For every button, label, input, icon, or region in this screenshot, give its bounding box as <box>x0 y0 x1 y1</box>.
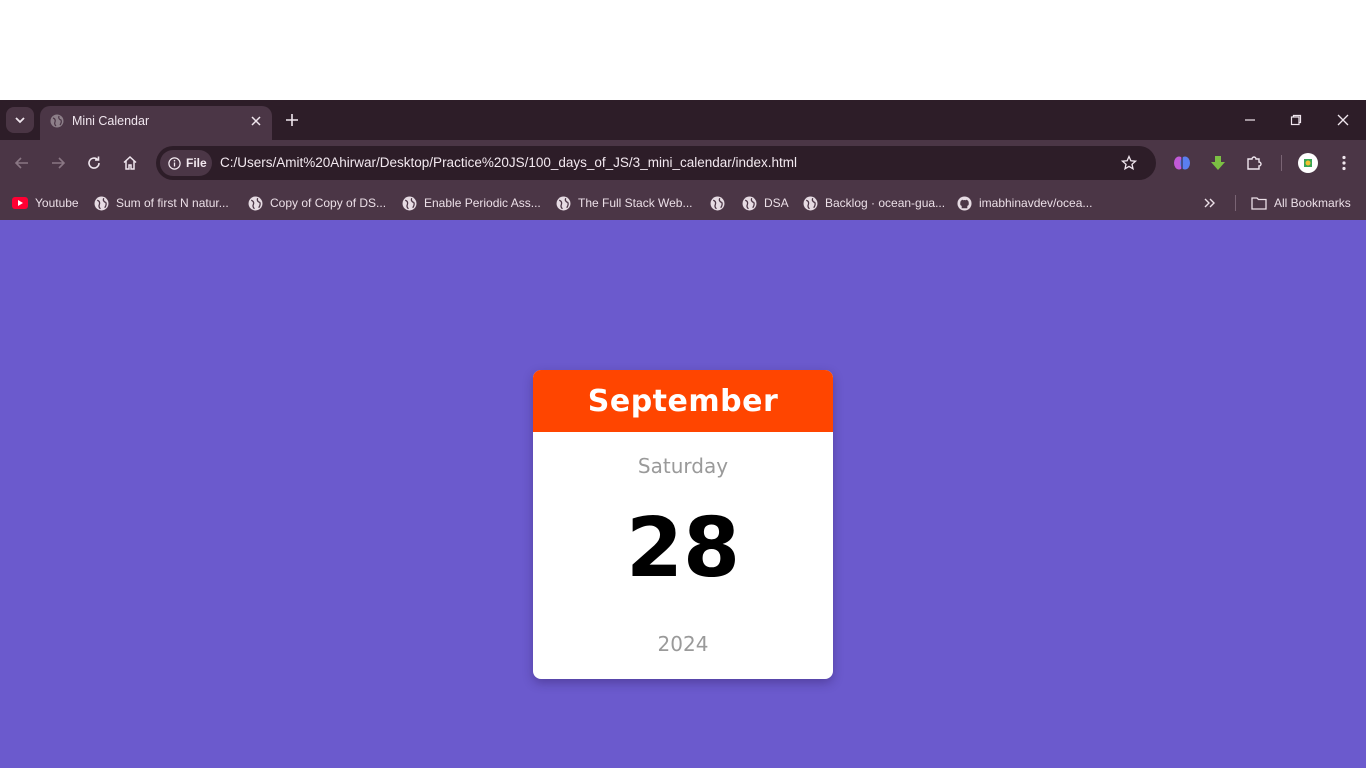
calendar-header: September <box>533 370 833 432</box>
bookmark-item[interactable]: Copy of Copy of DS... <box>248 192 386 214</box>
globe-icon <box>94 196 109 210</box>
bookmark-item[interactable]: Enable Periodic Ass... <box>402 192 541 214</box>
tab-search-button[interactable] <box>6 107 34 133</box>
more-vertical-icon <box>1342 155 1346 171</box>
bookmark-dsa[interactable]: DSA <box>742 192 789 214</box>
month-label: September <box>587 383 779 419</box>
site-chip-label: File <box>186 156 207 170</box>
minimize-button[interactable] <box>1240 110 1260 130</box>
back-button[interactable] <box>11 152 33 174</box>
youtube-icon <box>12 197 28 209</box>
bookmark-label: The Full Stack Web... <box>578 196 693 210</box>
bookmark-star-button[interactable] <box>1120 154 1138 172</box>
all-bookmarks-button[interactable]: All Bookmarks <box>1251 192 1351 214</box>
bookmark-label: Enable Periodic Ass... <box>424 196 541 210</box>
forward-button[interactable] <box>47 152 69 174</box>
double-chevron-right-icon <box>1204 198 1215 208</box>
day-number: 28 <box>625 501 741 596</box>
close-window-button[interactable] <box>1333 110 1353 130</box>
globe-icon <box>556 196 571 210</box>
bookmark-github[interactable]: imabhinavdev/ocea... <box>957 192 1092 214</box>
site-info-chip[interactable]: File <box>160 150 212 176</box>
puzzle-icon <box>1247 156 1262 170</box>
close-icon <box>1337 114 1349 126</box>
avatar <box>1298 153 1318 173</box>
reload-button[interactable] <box>83 152 105 174</box>
extension-download-button[interactable] <box>1207 152 1229 174</box>
new-tab-button[interactable] <box>282 110 302 130</box>
profile-avatar[interactable] <box>1297 152 1319 174</box>
bookmark-item[interactable]: Backlog · ocean-gua... <box>803 192 945 214</box>
weekday-label: Saturday <box>637 454 729 478</box>
extensions-button[interactable] <box>1243 152 1265 174</box>
close-icon <box>251 116 261 126</box>
info-icon <box>168 156 181 170</box>
bookmark-item[interactable]: The Full Stack Web... <box>556 192 693 214</box>
tab-title: Mini Calendar <box>72 114 150 128</box>
page-viewport: September Saturday 28 2024 <box>0 220 1366 768</box>
reload-icon <box>88 156 100 169</box>
blank-area-above-browser <box>0 0 1366 100</box>
all-bookmarks-label: All Bookmarks <box>1274 196 1351 210</box>
star-icon <box>1121 155 1137 171</box>
tab-close-button[interactable] <box>248 113 264 129</box>
year-label: 2024 <box>657 632 709 656</box>
bookmark-item[interactable] <box>710 192 725 214</box>
bookmark-youtube[interactable]: Youtube <box>12 192 79 214</box>
tab-strip: Mini Calendar <box>0 100 1366 140</box>
bookmark-label: Copy of Copy of DS... <box>270 196 387 210</box>
arrow-right-icon <box>52 157 66 169</box>
download-arrow-icon <box>1211 156 1225 170</box>
minimize-icon <box>1245 119 1255 121</box>
folder-icon <box>1251 197 1267 210</box>
bookmarks-bar: Youtube Sum of first N natur... Copy of … <box>0 186 1366 220</box>
globe-icon <box>710 196 725 210</box>
bookmark-label: Youtube <box>35 196 79 210</box>
toolbar-divider <box>1281 155 1282 171</box>
globe-icon <box>50 114 64 128</box>
more-bookmarks-button[interactable] <box>1203 192 1217 214</box>
globe-icon <box>248 196 263 210</box>
restore-icon <box>1290 114 1302 126</box>
home-icon <box>123 155 137 170</box>
bookmark-label: imabhinavdev/ocea... <box>979 196 1093 210</box>
browser-menu-button[interactable] <box>1333 152 1355 174</box>
restore-button[interactable] <box>1286 110 1306 130</box>
plus-icon <box>286 114 298 126</box>
browser-toolbar: File C:/Users/Amit%20Ahirwar/Desktop/Pra… <box>0 140 1366 186</box>
github-icon <box>957 195 972 211</box>
browser-window: Mini Calendar File C:/Users/Amit%20Ahirw… <box>0 100 1366 768</box>
bookmark-item[interactable]: Sum of first N natur... <box>94 192 229 214</box>
brain-icon <box>1174 156 1190 170</box>
url-text[interactable]: C:/Users/Amit%20Ahirwar/Desktop/Practice… <box>220 155 797 170</box>
bookmark-label: DSA <box>764 196 789 210</box>
calendar-card: September Saturday 28 2024 <box>533 370 833 679</box>
bookmark-label: Backlog · ocean-gua... <box>825 196 946 210</box>
extension-brain-button[interactable] <box>1171 152 1193 174</box>
arrow-left-icon <box>14 157 28 169</box>
globe-icon <box>803 196 818 210</box>
globe-icon <box>402 196 417 210</box>
bookmarks-divider <box>1235 195 1236 211</box>
tab-mini-calendar[interactable]: Mini Calendar <box>40 106 272 140</box>
bookmark-label: Sum of first N natur... <box>116 196 229 210</box>
address-bar[interactable]: File C:/Users/Amit%20Ahirwar/Desktop/Pra… <box>156 146 1156 180</box>
globe-icon <box>742 196 757 210</box>
chevron-down-icon <box>15 117 25 124</box>
home-button[interactable] <box>119 152 141 174</box>
